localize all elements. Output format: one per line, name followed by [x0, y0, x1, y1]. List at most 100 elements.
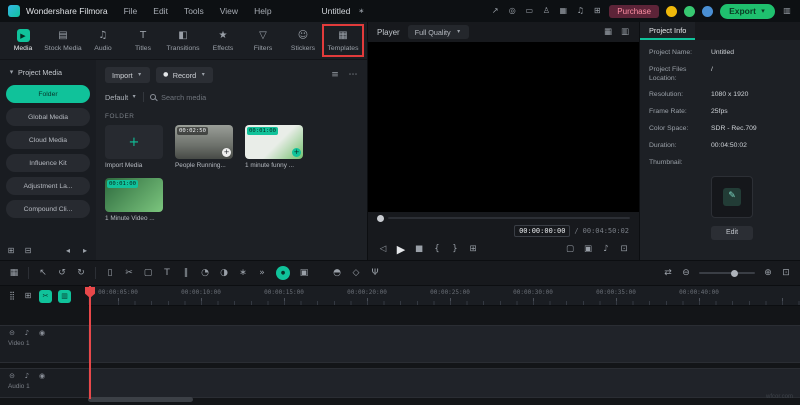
player-scrubber[interactable]: [368, 212, 639, 224]
purchase-button[interactable]: Purchase: [609, 4, 660, 18]
media-card[interactable]: 00:02:50 + People Running...: [175, 125, 233, 169]
lock-icon[interactable]: ⊝: [8, 330, 16, 337]
media-card-import[interactable]: + Import Media: [105, 125, 163, 169]
sidebar-item-adjustment-layer[interactable]: Adjustment La...: [6, 177, 90, 195]
ai-copilot-button[interactable]: ●: [276, 266, 290, 280]
nav-forward-icon[interactable]: ▸: [80, 247, 90, 255]
sidebar-item-project-media[interactable]: ▾ Project Media: [6, 67, 90, 80]
quick-crop-button[interactable]: ▥: [58, 289, 71, 303]
mute-icon[interactable]: ♪: [23, 330, 31, 337]
tab-titles[interactable]: T Titles: [123, 25, 163, 56]
snapshot-icon[interactable]: ▣: [583, 245, 593, 254]
avatar-blue-badge[interactable]: [702, 5, 714, 17]
quick-split-button[interactable]: ✂: [39, 289, 52, 303]
fit-timeline-icon[interactable]: ⊡: [781, 268, 791, 278]
color-tool-icon[interactable]: ◑: [219, 268, 229, 278]
grid-view-icon[interactable]: ▦: [603, 28, 613, 37]
media-thumb[interactable]: 00:01:00: [105, 178, 163, 212]
timeline-scrollbar[interactable]: [88, 397, 193, 402]
menu-edit[interactable]: Edit: [153, 6, 168, 16]
more-tools-icon[interactable]: »: [257, 268, 267, 278]
playhead[interactable]: [89, 286, 91, 399]
toolbar-menu-icon[interactable]: ▦: [9, 268, 19, 278]
tab-stock-media[interactable]: ▤ Stock Media: [43, 25, 83, 56]
import-media-thumb[interactable]: +: [105, 125, 163, 159]
undo-icon[interactable]: ↺: [57, 268, 67, 278]
workspace-layout-icon[interactable]: ▦: [558, 7, 568, 15]
add-to-timeline-icon[interactable]: +: [292, 148, 301, 157]
sidebar-item-compound-clip[interactable]: Compound Cli...: [6, 200, 90, 218]
cursor-tool-icon[interactable]: ↖: [38, 268, 48, 278]
add-track-icon[interactable]: ⊞: [23, 292, 33, 300]
avatar-green-badge[interactable]: [684, 5, 696, 17]
mark-out-icon[interactable]: }: [450, 245, 460, 254]
media-thumb[interactable]: 00:02:50 +: [175, 125, 233, 159]
stop-icon[interactable]: ■: [414, 245, 424, 254]
preview-area[interactable]: [368, 42, 639, 212]
menu-help[interactable]: Help: [254, 6, 271, 16]
tab-filters[interactable]: ▽ Filters: [243, 25, 283, 56]
tab-project-info[interactable]: Project Info: [640, 22, 696, 40]
zoom-slider[interactable]: [699, 269, 755, 277]
sort-dropdown[interactable]: Default ▾: [105, 93, 137, 102]
notifications-icon[interactable]: ◎: [507, 7, 517, 15]
screen-record-icon[interactable]: ▣: [299, 268, 309, 278]
zoom-slider-knob[interactable]: [731, 269, 739, 277]
shortcuts-icon[interactable]: ⊞: [592, 7, 602, 15]
search-input[interactable]: [161, 92, 358, 102]
add-folder-icon[interactable]: ⊞: [6, 247, 16, 255]
media-card[interactable]: 00:01:00 1 Minute Video ...: [105, 178, 163, 222]
voiceover-mic-icon[interactable]: Ψ: [370, 268, 380, 278]
zoom-in-icon[interactable]: ⊕: [763, 268, 773, 278]
project-thumbnail[interactable]: ✎: [711, 175, 753, 218]
mask-tool-icon[interactable]: ◓: [332, 268, 342, 278]
split-tool-icon[interactable]: ‖: [181, 268, 191, 278]
device-icon[interactable]: ▭: [524, 7, 534, 15]
lock-icon[interactable]: ⊝: [8, 373, 16, 380]
scrubber-track[interactable]: [388, 217, 630, 219]
quality-dropdown[interactable]: Full Quality ▾: [407, 25, 469, 39]
magic-tool-icon[interactable]: ∗: [238, 268, 248, 278]
more-options-icon[interactable]: ⋯: [348, 70, 358, 80]
eye-icon[interactable]: ◉: [38, 373, 46, 380]
edit-button[interactable]: Edit: [711, 225, 753, 240]
audio-track-lane[interactable]: [88, 369, 800, 397]
crop-icon[interactable]: ▢: [565, 245, 575, 254]
media-thumb[interactable]: 00:01:00 +: [245, 125, 303, 159]
export-button[interactable]: Export ▾: [720, 3, 775, 19]
mute-icon[interactable]: ♪: [23, 373, 31, 380]
tab-transitions[interactable]: ◧ Transitions: [163, 25, 203, 56]
delete-folder-icon[interactable]: ⊟: [23, 247, 33, 255]
media-card[interactable]: 00:01:00 + 1 minute funny ...: [245, 125, 303, 169]
scrubber-knob[interactable]: [377, 214, 384, 222]
redo-icon[interactable]: ↻: [76, 268, 86, 278]
split-scissors-icon[interactable]: ✂: [124, 268, 134, 278]
current-timecode[interactable]: 00:00:00:00: [514, 225, 571, 237]
share-icon[interactable]: ↗: [490, 7, 500, 15]
add-to-timeline-icon[interactable]: +: [222, 148, 231, 157]
sidebar-item-global-media[interactable]: Global Media: [6, 108, 90, 126]
filter-icon[interactable]: ≡: [330, 70, 340, 80]
project-menu-icon[interactable]: ∗: [356, 7, 366, 15]
video-track-lane[interactable]: [88, 326, 800, 362]
delete-icon[interactable]: ▯: [105, 268, 115, 278]
detach-player-icon[interactable]: ▥: [620, 28, 630, 37]
resources-icon[interactable]: ♫: [575, 7, 585, 15]
menu-view[interactable]: View: [220, 6, 238, 16]
text-tool-icon[interactable]: T: [162, 268, 172, 278]
import-button[interactable]: Import ▾: [105, 67, 150, 83]
timeline-ruler[interactable]: 00:00:05:00 00:00:10:00 00:00:15:00 00:0…: [88, 286, 800, 306]
play-icon[interactable]: ▶: [396, 244, 406, 255]
nav-back-icon[interactable]: ◂: [63, 247, 73, 255]
sidebar-item-influence-kit[interactable]: Influence Kit: [6, 154, 90, 172]
sidebar-item-cloud-media[interactable]: Cloud Media: [6, 131, 90, 149]
zoom-out-icon[interactable]: ⊖: [681, 268, 691, 278]
menu-file[interactable]: File: [124, 6, 138, 16]
step-back-icon[interactable]: ◁: [378, 245, 388, 254]
keyframe-icon[interactable]: ◇: [351, 268, 361, 278]
tab-effects[interactable]: ★ Effects: [203, 25, 243, 56]
tab-templates[interactable]: ▦ Templates: [322, 24, 364, 57]
sidebar-item-folder[interactable]: Folder: [6, 85, 90, 103]
account-icon[interactable]: ♙: [541, 7, 551, 15]
panel-toggle-icon[interactable]: ▥: [782, 7, 792, 15]
